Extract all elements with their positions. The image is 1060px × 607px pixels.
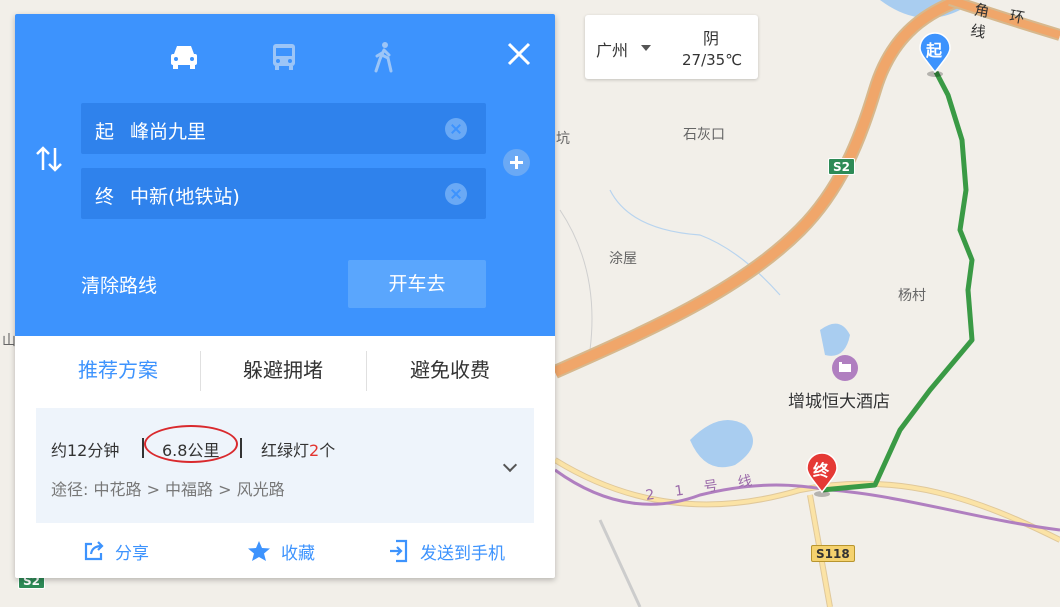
- city-selector[interactable]: 广州: [596, 37, 628, 61]
- clear-start-button[interactable]: [445, 118, 467, 140]
- share-label: 分享: [115, 543, 149, 564]
- start-marker[interactable]: 起: [918, 32, 952, 78]
- route-time: 约12分钟: [51, 441, 120, 460]
- chevron-down-icon[interactable]: [502, 457, 518, 473]
- swap-button[interactable]: [33, 144, 65, 174]
- mode-bus-tab[interactable]: [266, 38, 302, 76]
- swap-icon: [36, 146, 62, 172]
- walk-icon: [374, 42, 393, 73]
- close-icon: [507, 42, 531, 66]
- chevron-down-icon[interactable]: [641, 45, 651, 51]
- hotel-label[interactable]: 增城恒大酒店: [788, 387, 890, 412]
- end-marker[interactable]: 终: [804, 452, 840, 498]
- weather-condition: 阴: [703, 29, 720, 48]
- route-input-header: 起 峰尚九里 终 中新(地铁站) 清除路线 开车去: [15, 14, 555, 336]
- route-summary-card[interactable]: 约12分钟 6.8公里 红绿灯2个 途径: 中花路 > 中福路 > 风光路: [36, 408, 534, 523]
- start-field[interactable]: 起 峰尚九里: [81, 103, 486, 154]
- bus-icon: [273, 44, 295, 70]
- send-to-phone-button[interactable]: 发送到手机: [388, 538, 505, 564]
- car-icon: [171, 46, 197, 69]
- mode-walk-tab[interactable]: [366, 38, 402, 76]
- highway-shield-s2: S2: [828, 158, 855, 175]
- separator: [240, 438, 242, 458]
- place-label-tuwu: 涂屋: [609, 251, 637, 267]
- favorite-button[interactable]: 收藏: [247, 538, 315, 564]
- send-to-phone-label: 发送到手机: [420, 543, 505, 564]
- route-via: 途径: 中花路 > 中福路 > 风光路: [51, 480, 285, 499]
- place-label-shihuikou: 石灰口: [683, 127, 725, 143]
- close-button[interactable]: [503, 38, 535, 70]
- weather-temperature: 27/35℃: [682, 51, 743, 69]
- share-icon: [84, 541, 104, 561]
- route-panel: 起 峰尚九里 终 中新(地铁站) 清除路线 开车去 推荐方案 躲避拥堵 避免收费…: [15, 14, 555, 578]
- tab-avoid-congestion[interactable]: 躲避拥堵: [193, 354, 373, 383]
- tab-avoid-tolls[interactable]: 避免收费: [360, 354, 540, 383]
- start-marker-label: 起: [926, 41, 943, 60]
- send-to-phone-icon: [390, 539, 408, 563]
- mode-car-tab[interactable]: [166, 38, 202, 76]
- highway-shield-s118: S118: [811, 545, 855, 562]
- clear-end-button[interactable]: [445, 183, 467, 205]
- share-button[interactable]: 分享: [83, 538, 149, 564]
- route-distance: 6.8公里: [162, 441, 220, 460]
- place-label-yangcun: 杨村: [898, 288, 926, 304]
- end-prefix: 终: [95, 186, 115, 208]
- start-prefix: 起: [95, 121, 115, 143]
- clear-route-button[interactable]: 清除路线: [81, 271, 157, 298]
- end-marker-label: 终: [813, 461, 830, 480]
- hotel-icon[interactable]: [832, 355, 858, 381]
- favorite-label: 收藏: [281, 543, 315, 564]
- end-input[interactable]: 中新(地铁站): [130, 182, 240, 209]
- start-input[interactable]: 峰尚九里: [130, 117, 206, 144]
- place-label-kang: 坑: [556, 131, 570, 147]
- traffic-lights: 红绿灯2个: [261, 441, 336, 460]
- drive-button[interactable]: 开车去: [348, 260, 486, 308]
- end-field[interactable]: 终 中新(地铁站): [81, 168, 486, 219]
- add-waypoint-button[interactable]: [503, 149, 530, 176]
- star-icon: [248, 541, 270, 561]
- weather-widget: 广州 阴 27/35℃: [585, 15, 758, 79]
- place-label-shan: 山: [2, 333, 16, 349]
- tab-recommended[interactable]: 推荐方案: [28, 354, 208, 383]
